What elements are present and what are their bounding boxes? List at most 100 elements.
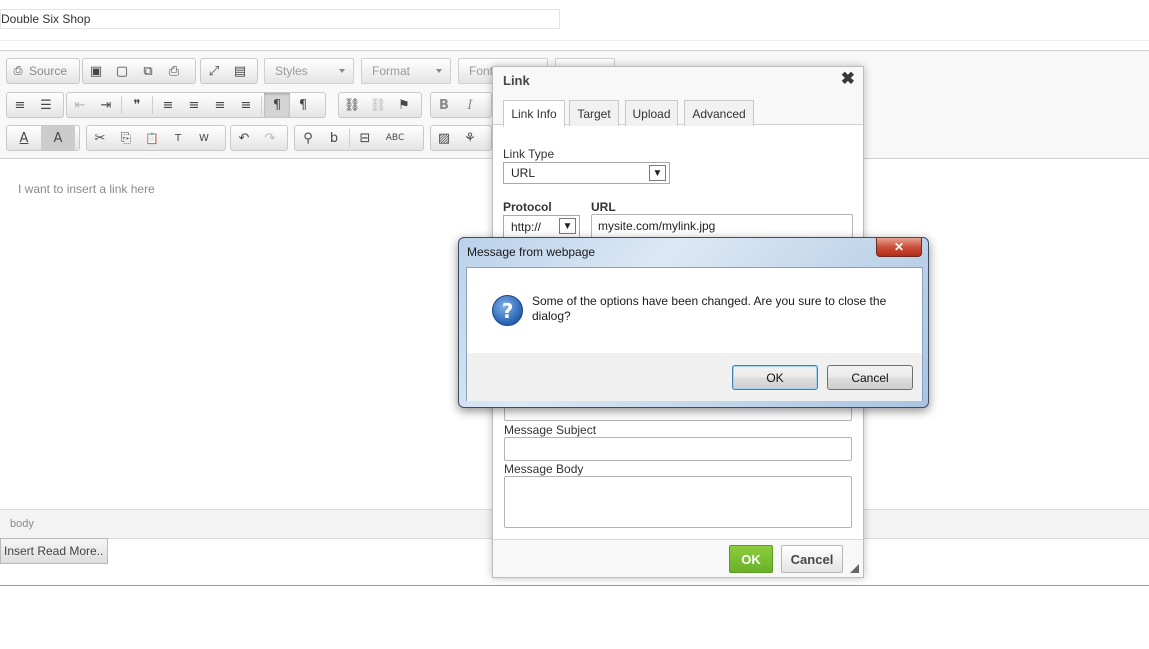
rtl-icon[interactable]: ¶ xyxy=(290,93,316,117)
italic-icon[interactable]: I xyxy=(457,93,483,117)
toolbar-separator xyxy=(261,96,262,114)
styles-dropdown[interactable]: Styles xyxy=(264,58,354,84)
image-icon[interactable]: ▨ xyxy=(431,126,457,150)
protocol-label: Protocol xyxy=(503,200,552,214)
tab-upload[interactable]: Upload xyxy=(625,100,678,126)
font-label: Font xyxy=(469,64,494,78)
clipboard-group: ✂ ⎘ 📋 T W xyxy=(86,125,226,151)
justify-icon[interactable]: ≡ xyxy=(233,93,259,117)
ltr-icon[interactable]: ¶ xyxy=(264,93,290,117)
link-dialog-tabs: Link Info Target Upload Advanced xyxy=(493,93,863,127)
bold-icon[interactable]: B xyxy=(431,93,457,117)
message-body-label: Message Body xyxy=(504,462,584,476)
background-color-icon[interactable]: A xyxy=(41,126,75,150)
styles-label: Styles xyxy=(275,64,308,78)
message-box-button-bar: OK Cancel xyxy=(467,353,922,401)
cut-icon[interactable]: ✂ xyxy=(87,126,113,150)
find-icon[interactable]: ⚲ xyxy=(295,126,321,150)
close-icon[interactable]: ✖ xyxy=(841,69,855,89)
basic-style-group: B I xyxy=(430,92,492,118)
new-page-icon[interactable]: ▢ xyxy=(109,59,135,83)
blockquote-icon[interactable]: ❞ xyxy=(124,93,150,117)
message-subject-input[interactable] xyxy=(504,437,852,461)
title-input[interactable] xyxy=(0,9,560,29)
link-group: ⛓ ⛓ ⚑ xyxy=(338,92,422,118)
editing-group: ⚲ b ⊟ ABC xyxy=(294,125,424,151)
tab-link-info[interactable]: Link Info xyxy=(503,100,565,127)
chevron-down-icon: ▼ xyxy=(649,165,666,181)
source-icon: ⎙ xyxy=(13,64,23,77)
insert-group: ▨ ⚘ xyxy=(430,125,492,151)
divider xyxy=(0,585,1149,586)
resize-handle-icon[interactable] xyxy=(850,564,859,573)
link-icon[interactable]: ⛓ xyxy=(339,93,365,117)
url-input[interactable] xyxy=(591,214,853,238)
path-body-link[interactable]: body xyxy=(10,518,34,530)
link-type-label: Link Type xyxy=(503,147,555,161)
format-label: Format xyxy=(372,64,411,78)
copy-icon[interactable]: ⎘ xyxy=(113,126,139,150)
protocol-value: http:// xyxy=(511,219,542,234)
preview-icon[interactable]: ⧉ xyxy=(135,59,161,83)
bulleted-list-icon[interactable]: ☰ xyxy=(33,93,59,117)
show-blocks-icon[interactable]: ▤ xyxy=(227,59,253,83)
document-tools-group: ▣ ▢ ⧉ ⎙ xyxy=(82,58,196,84)
cancel-button[interactable]: Cancel xyxy=(781,545,843,573)
close-icon[interactable]: ✕ xyxy=(876,238,922,257)
format-dropdown[interactable]: Format xyxy=(361,58,451,84)
message-box-title: Message from webpage xyxy=(467,245,596,259)
source-button[interactable]: ⎙ Source xyxy=(6,58,80,84)
align-left-icon[interactable]: ≡ xyxy=(155,93,181,117)
cancel-button[interactable]: Cancel xyxy=(827,365,913,390)
chevron-down-icon: ▼ xyxy=(559,218,576,234)
spellcheck-icon[interactable]: ABC xyxy=(378,126,412,150)
editor-content-text: I want to insert a link here xyxy=(18,182,155,196)
maximize-icon[interactable]: ⤢ xyxy=(201,59,227,83)
undo-icon[interactable]: ↶ xyxy=(231,126,257,150)
paste-text-icon[interactable]: T xyxy=(165,126,191,150)
protocol-select[interactable]: http:// ▼ xyxy=(503,215,580,238)
indent-icon[interactable]: ⇥ xyxy=(93,93,119,117)
tab-target[interactable]: Target xyxy=(569,100,619,126)
list-group: ≡ ☰ xyxy=(6,92,64,118)
align-right-icon[interactable]: ≡ xyxy=(207,93,233,117)
view-tools-group: ⤢ ▤ xyxy=(200,58,258,84)
link-type-select[interactable]: URL ▼ xyxy=(503,162,670,184)
message-body-textarea[interactable] xyxy=(504,476,852,528)
history-group: ↶ ↷ xyxy=(230,125,288,151)
insert-read-more-button[interactable]: Insert Read More.. xyxy=(0,538,108,564)
ok-button[interactable]: OK xyxy=(732,365,818,390)
replace-icon[interactable]: b xyxy=(321,126,347,150)
question-icon: ? xyxy=(492,295,523,326)
message-text: Some of the options have been changed. A… xyxy=(532,294,887,323)
numbered-list-icon[interactable]: ≡ xyxy=(7,93,33,117)
text-color-icon[interactable]: A xyxy=(7,126,41,150)
chevron-down-icon xyxy=(436,69,442,73)
toolbar-separator xyxy=(349,129,350,147)
align-center-icon[interactable]: ≡ xyxy=(181,93,207,117)
url-label: URL xyxy=(591,200,616,214)
toolbar-separator xyxy=(121,96,122,114)
outdent-icon[interactable]: ⇤ xyxy=(67,93,93,117)
chevron-down-icon xyxy=(339,69,345,73)
flash-icon[interactable]: ⚘ xyxy=(457,126,483,150)
paste-word-icon[interactable]: W xyxy=(191,126,217,150)
link-type-value: URL xyxy=(511,166,536,180)
link-dialog-title: Link xyxy=(503,73,530,88)
ok-button[interactable]: OK xyxy=(729,545,773,573)
color-group: A A xyxy=(6,125,80,151)
confirm-message-box: Message from webpage ✕ ? Some of the opt… xyxy=(458,237,929,408)
paste-icon[interactable]: 📋 xyxy=(139,126,165,150)
toolbar-separator xyxy=(152,96,153,114)
divider xyxy=(0,40,1149,41)
print-icon[interactable]: ⎙ xyxy=(161,59,187,83)
redo-icon[interactable]: ↷ xyxy=(257,126,283,150)
save-icon[interactable]: ▣ xyxy=(83,59,109,83)
message-subject-label: Message Subject xyxy=(504,423,597,437)
unlink-icon[interactable]: ⛓ xyxy=(365,93,391,117)
select-all-icon[interactable]: ⊟ xyxy=(352,126,378,150)
tab-advanced[interactable]: Advanced xyxy=(684,100,754,126)
anchor-icon[interactable]: ⚑ xyxy=(391,93,417,117)
link-dialog-titlebar[interactable]: Link ✖ xyxy=(493,67,863,93)
source-label: Source xyxy=(29,64,68,78)
